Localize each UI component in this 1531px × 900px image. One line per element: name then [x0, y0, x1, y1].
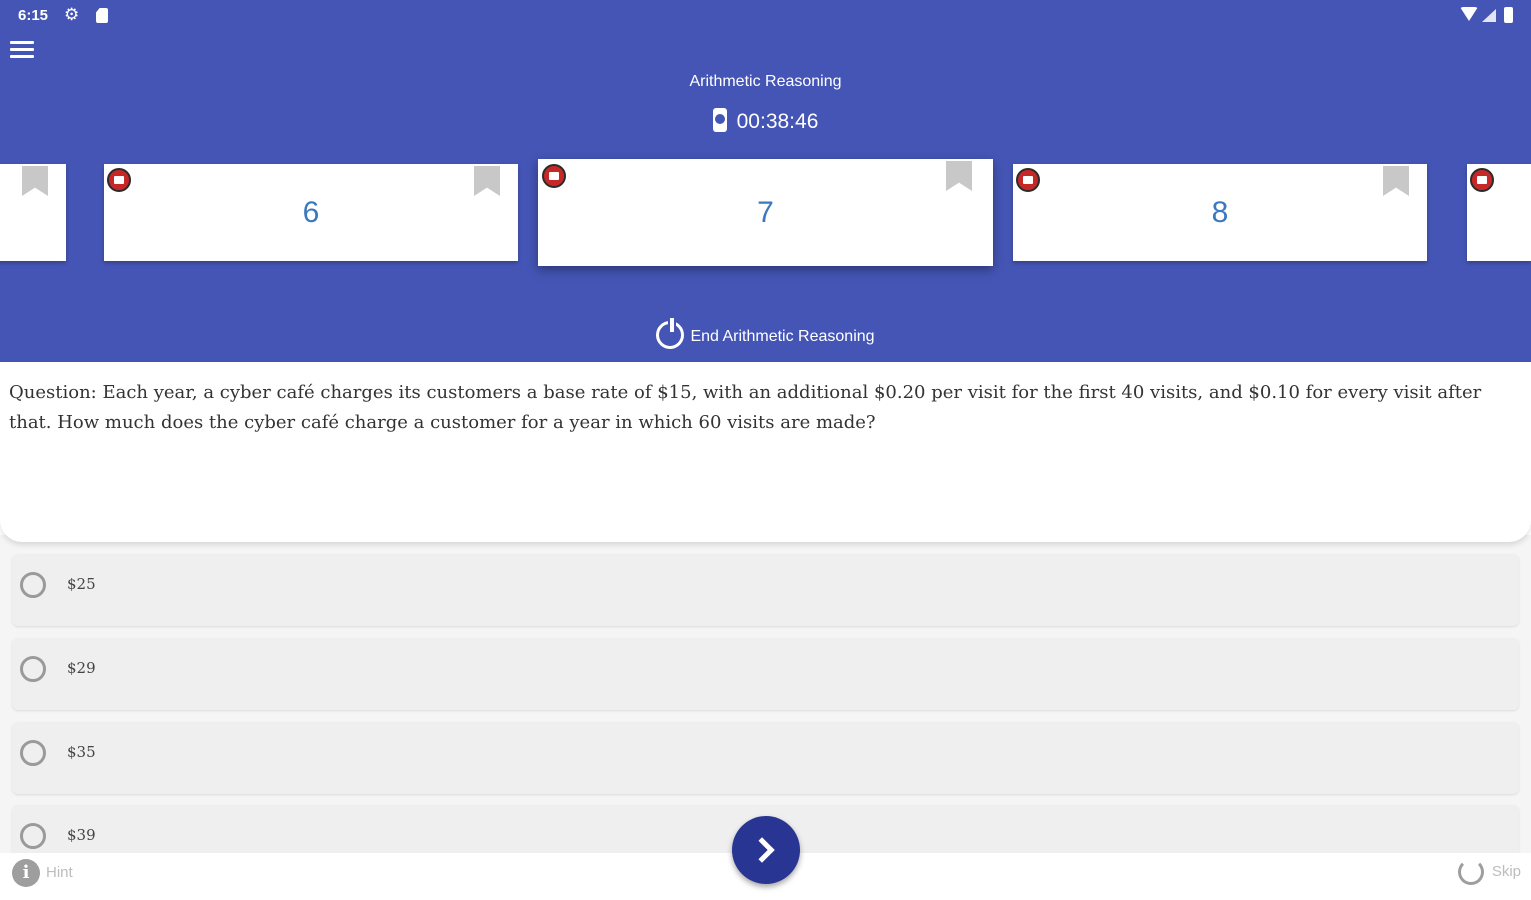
timer-value: 00:38:46: [736, 110, 819, 133]
battery-icon: [1504, 7, 1513, 23]
question-card-7-current[interactable]: 7: [538, 159, 993, 266]
wifi-icon: [1460, 7, 1478, 21]
menu-icon[interactable]: [10, 41, 34, 59]
timer: 00:38:46: [0, 108, 1531, 134]
question-card-number: 6: [302, 195, 320, 229]
answer-option[interactable]: $35: [12, 722, 1519, 794]
question-text: Question: Each year, a cyber café charge…: [9, 382, 1482, 433]
question-card-number: 7: [757, 195, 774, 229]
answer-label: $35: [67, 743, 96, 761]
question-card-next[interactable]: [1467, 164, 1531, 261]
skip-button[interactable]: Skip: [1457, 859, 1521, 885]
skip-label: Skip: [1491, 862, 1521, 880]
radio-button[interactable]: [20, 572, 46, 598]
hint-button[interactable]: i Hint: [12, 859, 73, 887]
refresh-icon: [1457, 859, 1484, 885]
answer-label: $39: [67, 826, 96, 844]
question-card-number: [0, 164, 66, 261]
question-card-number: 8: [1211, 195, 1229, 229]
radio-button[interactable]: [20, 656, 46, 682]
section-title: Arithmetic Reasoning: [689, 73, 842, 90]
signal-icon: [1482, 9, 1496, 22]
question-card-6[interactable]: 6: [104, 164, 518, 261]
radio-button[interactable]: [20, 823, 46, 849]
info-icon: i: [12, 859, 40, 887]
next-button[interactable]: [732, 816, 800, 884]
sd-card-icon: [96, 8, 108, 23]
app-header: 6:15 ⚙ Arithmetic Reasoning 00:38:46 6 7…: [0, 0, 1531, 362]
hint-label: Hint: [46, 863, 73, 881]
status-time: 6:15: [18, 7, 49, 24]
answer-option[interactable]: $29: [12, 638, 1519, 710]
question-card-prev[interactable]: [0, 164, 66, 261]
status-bar: 6:15 ⚙: [0, 0, 1531, 30]
end-section-button[interactable]: End Arithmetic Reasoning: [0, 318, 1531, 349]
stopwatch-icon: [712, 108, 727, 132]
question-card-number: [1467, 164, 1531, 261]
power-icon: [656, 318, 685, 349]
question-panel: Question: Each year, a cyber café charge…: [0, 362, 1531, 542]
gear-icon: ⚙: [64, 5, 80, 24]
answers-list: $25 $29 $35 $39: [0, 535, 1531, 853]
end-section-label: End Arithmetic Reasoning: [690, 328, 875, 345]
radio-button[interactable]: [20, 740, 46, 766]
chevron-right-icon: [749, 837, 775, 863]
answer-option[interactable]: $25: [12, 554, 1519, 626]
answer-label: $29: [67, 659, 96, 677]
answer-label: $25: [67, 575, 96, 593]
question-card-8[interactable]: 8: [1013, 164, 1427, 261]
